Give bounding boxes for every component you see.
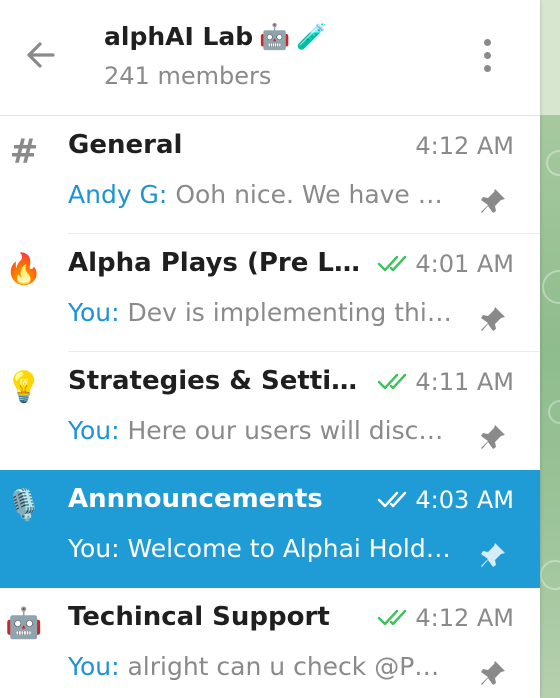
topic-time-block: 4:12 AM — [415, 132, 514, 160]
topics-panel: alphAI Lab 🤖 🧪 241 members # General 4:1 — [0, 0, 540, 698]
double-check-icon — [378, 609, 407, 626]
topic-time-block: 4:12 AM — [373, 604, 514, 632]
topic-announcements[interactable]: 🎙️ Annnouncements 4:03 AM You: Welcome t… — [0, 470, 540, 588]
pin-icon — [481, 425, 505, 449]
topic-title: General — [68, 130, 183, 160]
pin-icon — [481, 189, 505, 213]
member-count[interactable]: 241 members — [104, 62, 271, 90]
preview-text: Dev is implementing this feature right n… — [127, 298, 452, 327]
group-header: alphAI Lab 🤖 🧪 241 members — [0, 0, 540, 116]
fire-icon: 🔥 — [5, 252, 43, 287]
back-button[interactable] — [16, 30, 66, 80]
topic-time: 4:12 AM — [415, 132, 514, 160]
topic-strategies-settings[interactable]: 💡 Strategies & Settings 4:11 AM You: Her… — [0, 352, 540, 470]
topic-title: Alpha Plays (Pre LP, Pre Trending) — [68, 248, 368, 278]
lightbulb-icon: 💡 — [5, 370, 43, 405]
topic-time: 4:12 AM — [415, 604, 514, 632]
preview-sender: You: — [68, 416, 120, 445]
topic-time-block: 4:01 AM — [373, 250, 514, 278]
preview-text: Ooh nice. We have a lot of cool things c… — [175, 180, 452, 209]
double-check-icon — [378, 491, 407, 508]
topic-general[interactable]: # General 4:12 AM Andy G: Ooh nice. We h… — [0, 116, 540, 234]
chat-background-strip — [540, 0, 560, 698]
double-check-icon — [378, 373, 407, 390]
topic-preview: You: Here our users will discuss their s… — [68, 416, 452, 445]
topic-title: Strategies & Settings — [68, 366, 368, 396]
pin-icon — [481, 543, 505, 567]
more-vertical-icon-dot — [483, 64, 491, 72]
topic-time: 4:11 AM — [415, 368, 514, 396]
microphone-icon: 🎙️ — [5, 488, 43, 523]
preview-text: alright can u check @Phoenix — [127, 652, 452, 681]
arrow-left-icon — [27, 42, 55, 68]
topic-list: # General 4:12 AM Andy G: Ooh nice. We h… — [0, 116, 540, 698]
topic-preview: You: Welcome to Alphai Holders Chat — [68, 534, 452, 563]
topic-time: 4:01 AM — [415, 250, 514, 278]
topic-preview: You: alright can u check @Phoenix — [68, 652, 452, 681]
topic-technical-support[interactable]: 🤖 Techincal Support 4:12 AM You: alright… — [0, 588, 540, 698]
more-menu-button[interactable] — [466, 34, 508, 76]
topic-preview: Andy G: Ooh nice. We have a lot of cool … — [68, 180, 452, 209]
pin-icon — [481, 661, 505, 685]
pin-icon — [481, 307, 505, 331]
more-vertical-icon-dot — [483, 51, 491, 59]
hash-icon: # — [4, 132, 44, 172]
telegram-topics-screen: alphAI Lab 🤖 🧪 241 members # General 4:1 — [0, 0, 560, 698]
topic-alpha-plays[interactable]: 🔥 Alpha Plays (Pre LP, Pre Trending) 4:0… — [0, 234, 540, 352]
preview-sender: You: — [68, 652, 120, 681]
robot-icon: 🤖 — [5, 606, 43, 641]
test-tube-emoji-icon: 🧪 — [296, 21, 328, 51]
group-title[interactable]: alphAI Lab 🤖 🧪 — [104, 16, 327, 56]
topic-title: Annnouncements — [68, 484, 323, 514]
more-vertical-icon — [483, 38, 491, 46]
topic-preview: You: Dev is implementing this feature ri… — [68, 298, 452, 327]
preview-sender: You: — [68, 298, 120, 327]
hash-glyph: # — [9, 132, 39, 172]
topic-time-block: 4:03 AM — [373, 486, 514, 514]
preview-text: Here our users will discuss their strate… — [127, 416, 452, 445]
group-name: alphAI Lab — [104, 21, 254, 51]
topic-title: Techincal Support — [68, 602, 330, 632]
double-check-icon — [378, 255, 407, 272]
preview-sender: You: — [68, 534, 120, 563]
preview-sender: Andy G: — [68, 180, 168, 209]
topic-time: 4:03 AM — [415, 486, 514, 514]
robot-emoji-icon: 🤖 — [259, 21, 291, 51]
topic-time-block: 4:11 AM — [373, 368, 514, 396]
preview-text: Welcome to Alphai Holders Chat — [127, 534, 452, 563]
